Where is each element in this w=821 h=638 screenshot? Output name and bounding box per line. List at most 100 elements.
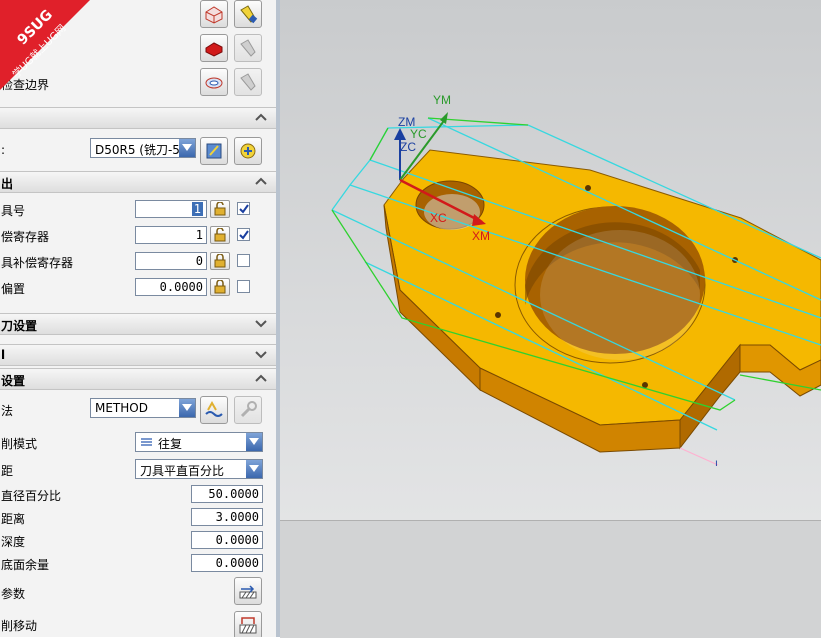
chevron-down-icon xyxy=(255,320,267,328)
flashlight-icon xyxy=(240,73,256,91)
path-settings-section-title: 设置 xyxy=(1,374,26,388)
drill-hole xyxy=(495,312,501,318)
method-icon xyxy=(205,400,223,417)
tool-change-section-header[interactable]: 刀设置 xyxy=(0,313,276,335)
check-body-icon xyxy=(205,42,223,57)
tool-dropdown-value: D50R5 (铣刀-5 xyxy=(95,143,180,157)
method-dropdown[interactable]: METHOD xyxy=(90,398,196,418)
axis-label-yc: YC xyxy=(410,127,427,141)
floor-stock-input[interactable]: 0.0000 xyxy=(191,554,263,572)
chevron-down-icon xyxy=(246,433,262,451)
new-tool-icon xyxy=(240,143,256,159)
method-wrench-button[interactable] xyxy=(234,396,262,424)
adjust-register-lock-button[interactable] xyxy=(210,226,230,244)
depth-value: 0.0000 xyxy=(215,533,259,547)
output-row-label: 偏置 xyxy=(1,282,26,296)
stepover-label: 距 xyxy=(1,464,14,478)
cutting-params-icon xyxy=(239,585,257,599)
tool-offset-checkbox[interactable] xyxy=(237,280,250,293)
graphics-viewport[interactable]: ı ZM ZC YM YC XC XM xyxy=(280,0,821,520)
edit-method-button[interactable] xyxy=(200,396,228,424)
distance-input[interactable]: 3.0000 xyxy=(191,508,263,526)
large-bore-floor xyxy=(540,230,700,360)
percent-diameter-value: 50.0000 xyxy=(208,487,259,501)
tool-row-colon: : xyxy=(1,143,6,157)
tool-number-checkbox[interactable] xyxy=(237,202,250,215)
tool-number-lock-button[interactable] xyxy=(210,200,230,218)
drill-hole xyxy=(585,185,591,191)
cutcom-register-value: 0 xyxy=(195,254,203,268)
checkmark-icon xyxy=(239,230,249,240)
lock-icon xyxy=(214,254,226,268)
tool-number-input[interactable]: 1 xyxy=(135,200,207,218)
axis-section-title: l xyxy=(1,348,6,362)
show-check-boundary-button[interactable] xyxy=(234,68,262,96)
adjust-register-checkbox[interactable] xyxy=(237,228,250,241)
tool-dropdown[interactable]: D50R5 (铣刀-5 xyxy=(90,138,196,158)
chevron-down-icon xyxy=(179,399,195,417)
cutcom-register-checkbox[interactable] xyxy=(237,254,250,267)
show-part-button[interactable] xyxy=(234,0,262,28)
cutcom-register-lock-button[interactable] xyxy=(210,252,230,270)
axis-label-xc: XC xyxy=(430,211,447,225)
axis-section-header[interactable]: l xyxy=(0,344,276,366)
show-check-button[interactable] xyxy=(234,34,262,62)
unlock-icon xyxy=(214,228,226,242)
select-check-button[interactable] xyxy=(200,34,228,62)
operation-dialog-panel: 部 检 检查边界 : D50R5 (铣刀-5 出 xyxy=(0,0,278,637)
chevron-down-icon xyxy=(255,351,267,359)
percent-diameter-input[interactable]: 50.0000 xyxy=(191,485,263,503)
param-label: 深度 xyxy=(1,535,26,549)
zig-zag-icon xyxy=(141,438,152,446)
edit-tool-button[interactable] xyxy=(200,137,228,165)
viewport-lower-area xyxy=(280,520,821,638)
output-section-header[interactable]: 出 xyxy=(0,171,276,193)
param-label: 直径百分比 xyxy=(1,489,62,503)
select-check-boundary-button[interactable] xyxy=(200,68,228,96)
new-tool-button[interactable] xyxy=(234,137,262,165)
method-label: 法 xyxy=(1,404,14,418)
output-section-title: 出 xyxy=(1,177,14,191)
cut-pattern-dropdown[interactable]: 往复 xyxy=(135,432,263,452)
depth-input[interactable]: 0.0000 xyxy=(191,531,263,549)
tool-section-header[interactable] xyxy=(0,107,276,129)
axis-label-ym: YM xyxy=(433,93,451,107)
param-label: 距离 xyxy=(1,512,26,526)
axis-label-xm: XM xyxy=(472,229,490,243)
tool-axis-tick: ı xyxy=(715,458,718,469)
tool-offset-value: 0.0000 xyxy=(159,280,203,294)
path-settings-section-header[interactable]: 设置 xyxy=(0,368,276,390)
adjust-register-value: 1 xyxy=(195,228,203,242)
tool-axis-line xyxy=(679,447,719,466)
tool-offset-lock-button[interactable] xyxy=(210,278,230,296)
param-label: 底面余量 xyxy=(1,558,50,572)
cutcom-register-input[interactable]: 0 xyxy=(135,252,207,270)
output-row-label: 具补偿寄存器 xyxy=(1,256,74,270)
tool-offset-input[interactable]: 0.0000 xyxy=(135,278,207,296)
non-cutting-moves-icon xyxy=(239,617,257,634)
non-cutting-moves-button[interactable] xyxy=(234,611,262,637)
stepover-value: 刀具平直百分比 xyxy=(140,464,225,478)
non-cutting-moves-label: 削移动 xyxy=(1,619,38,633)
adjust-register-input[interactable]: 1 xyxy=(135,226,207,244)
axis-label-zc: ZC xyxy=(400,140,416,154)
distance-value: 3.0000 xyxy=(215,510,259,524)
select-part-button[interactable] xyxy=(200,0,228,28)
tool-number-value: 1 xyxy=(191,202,203,216)
tool-change-section-title: 刀设置 xyxy=(1,319,38,333)
floor-stock-value: 0.0000 xyxy=(215,556,259,570)
chevron-up-icon xyxy=(255,113,267,121)
chevron-down-icon xyxy=(246,460,262,478)
chevron-down-icon xyxy=(179,139,195,157)
output-row-label: 具号 xyxy=(1,204,26,218)
boundary-icon xyxy=(205,77,223,89)
cutting-params-button[interactable] xyxy=(234,577,262,605)
cut-pattern-value: 往复 xyxy=(158,437,183,451)
flashlight-icon xyxy=(240,39,256,57)
chevron-up-icon xyxy=(255,177,267,185)
9sug-logo: 9SUG 学UG就上UG网 xyxy=(0,0,90,90)
chevron-up-icon xyxy=(255,374,267,382)
wrench-icon xyxy=(240,401,257,418)
cube-select-icon xyxy=(205,6,223,24)
stepover-dropdown[interactable]: 刀具平直百分比 xyxy=(135,459,263,479)
